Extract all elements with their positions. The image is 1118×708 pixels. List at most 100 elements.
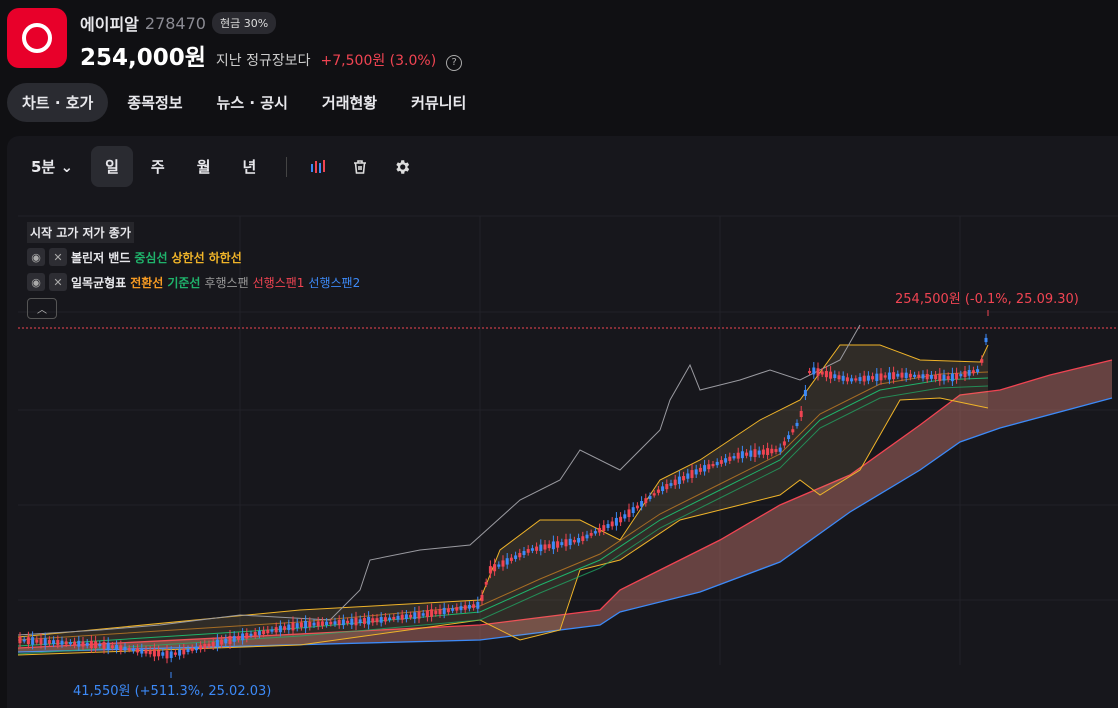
candle xyxy=(329,621,333,625)
candle xyxy=(745,452,749,456)
candle xyxy=(749,450,753,457)
candle xyxy=(627,509,631,518)
candle xyxy=(753,449,757,458)
candle xyxy=(131,648,135,652)
candle xyxy=(392,617,396,620)
candle xyxy=(892,372,896,380)
bb-lower: 하한선 xyxy=(208,250,242,265)
candle xyxy=(791,429,795,433)
candle xyxy=(614,517,618,526)
candle xyxy=(509,557,513,561)
candle xyxy=(900,372,904,378)
candle xyxy=(728,456,732,461)
candle xyxy=(89,640,93,649)
candle xyxy=(337,619,341,626)
candle xyxy=(165,650,169,659)
candle xyxy=(232,636,236,642)
price-chart[interactable] xyxy=(0,0,1118,708)
candle xyxy=(64,641,68,645)
candle xyxy=(299,622,303,628)
candle xyxy=(644,498,648,504)
candle xyxy=(123,646,127,651)
candle xyxy=(467,604,471,609)
candle xyxy=(803,389,807,397)
candle xyxy=(379,617,383,623)
candle xyxy=(543,544,547,550)
candle xyxy=(438,609,442,615)
candle xyxy=(102,642,106,650)
candle xyxy=(388,617,392,621)
candle xyxy=(505,558,509,565)
candle xyxy=(824,371,828,378)
candle xyxy=(799,410,803,418)
candle xyxy=(959,373,963,377)
candle xyxy=(161,652,165,656)
candle xyxy=(858,377,862,381)
candle xyxy=(409,614,413,618)
candle xyxy=(488,566,492,574)
candle xyxy=(455,607,459,611)
candle xyxy=(22,639,26,642)
collapse-legend-button[interactable]: ︿ xyxy=(27,298,57,319)
candle xyxy=(967,370,971,376)
candle xyxy=(770,448,774,454)
candle xyxy=(963,370,967,378)
candle xyxy=(472,604,476,608)
candle xyxy=(526,549,530,553)
candle xyxy=(593,531,597,534)
candle xyxy=(190,647,194,651)
close-icon[interactable]: ✕ xyxy=(49,273,67,291)
candle xyxy=(934,375,938,380)
candle xyxy=(837,375,841,380)
candle xyxy=(980,359,984,363)
candle xyxy=(707,464,711,470)
candle xyxy=(661,486,665,492)
candle xyxy=(421,613,425,616)
candle xyxy=(115,644,119,650)
candle xyxy=(564,539,568,547)
candle xyxy=(178,649,182,656)
candle xyxy=(417,611,421,619)
candle xyxy=(26,637,30,645)
candle xyxy=(430,609,434,617)
candle xyxy=(908,373,912,378)
candle xyxy=(270,629,274,632)
candle xyxy=(157,650,161,657)
candle xyxy=(94,641,98,649)
candle xyxy=(686,473,690,479)
candle xyxy=(400,614,404,620)
candle xyxy=(782,441,786,446)
candle xyxy=(459,606,463,611)
candle xyxy=(976,369,980,373)
candle xyxy=(73,641,77,646)
candle xyxy=(761,449,765,455)
candle xyxy=(413,612,417,619)
candle xyxy=(316,621,320,627)
candle xyxy=(341,619,345,626)
candle xyxy=(606,524,610,528)
candle xyxy=(950,373,954,382)
candle xyxy=(766,448,770,455)
candle xyxy=(295,623,299,628)
candle xyxy=(724,458,728,463)
candle xyxy=(623,514,627,519)
candle xyxy=(194,646,198,651)
candle xyxy=(463,605,467,610)
candle xyxy=(795,422,799,427)
candle xyxy=(862,375,866,382)
candle xyxy=(887,372,891,380)
candle xyxy=(241,633,245,641)
candle xyxy=(354,617,358,626)
eye-off-icon[interactable]: ◉ xyxy=(27,248,45,266)
candle xyxy=(396,615,400,620)
candle xyxy=(127,648,131,651)
ichimoku-title: 일목균형표 xyxy=(71,275,127,290)
candle xyxy=(703,465,707,472)
candle xyxy=(522,551,526,555)
candle xyxy=(98,643,102,647)
eye-off-icon[interactable]: ◉ xyxy=(27,273,45,291)
ohlc-label: 시작 고가 저가 종가 xyxy=(27,222,134,243)
ohlc-legend: 시작 고가 저가 종가 xyxy=(27,222,134,243)
close-icon[interactable]: ✕ xyxy=(49,248,67,266)
candle xyxy=(375,618,379,623)
